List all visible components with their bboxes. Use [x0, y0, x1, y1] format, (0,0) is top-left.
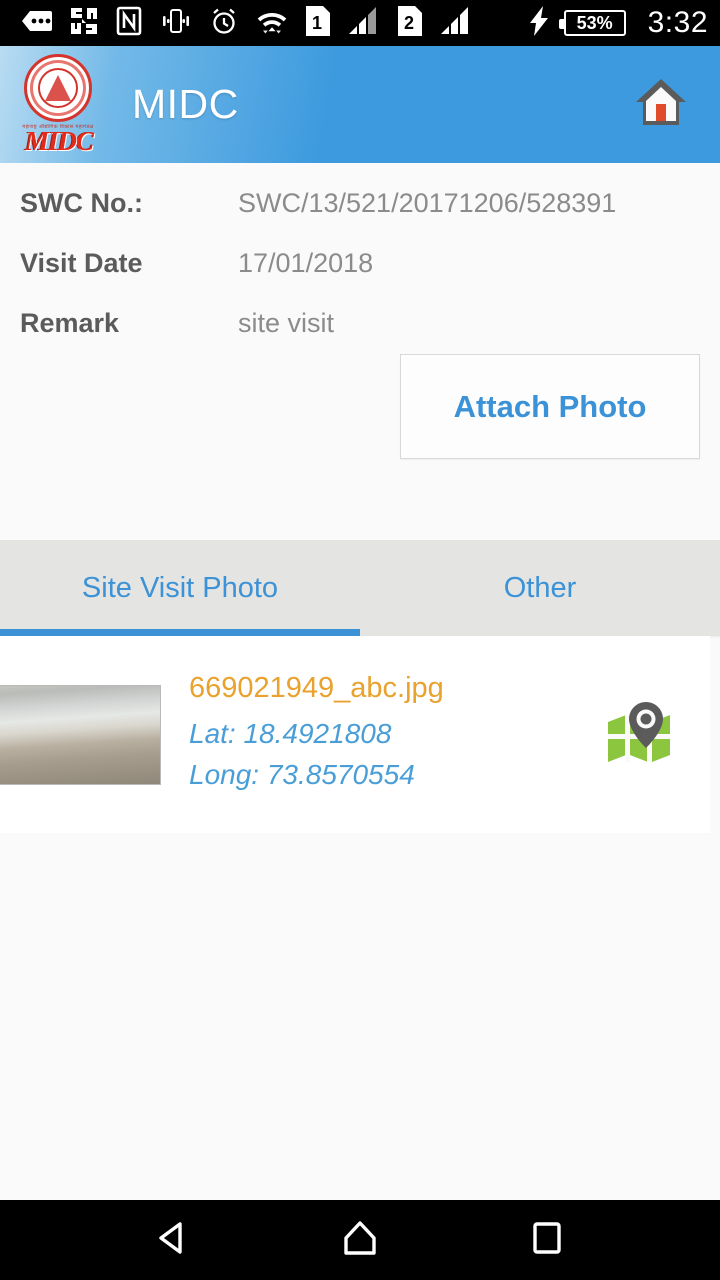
nav-home-button[interactable] — [328, 1208, 392, 1272]
tab-label: Other — [503, 571, 577, 604]
tab-label: Site Visit Photo — [81, 571, 279, 604]
field-label: SWC No.: — [20, 188, 143, 218]
app-header: महाराष्ट्र औद्योगिक विकास महामंडळ MIDC M… — [0, 46, 720, 163]
photo-meta: 669021949_abc.jpg Lat: 18.4921808 Long: … — [189, 673, 604, 795]
map-location-icon — [604, 701, 682, 778]
nav-recents-button[interactable] — [515, 1208, 579, 1272]
charging-bolt-icon — [529, 5, 550, 41]
page-title: MIDC — [132, 81, 239, 127]
status-bar-notifications: 1 2 — [22, 5, 472, 41]
nav-back-button[interactable] — [141, 1208, 205, 1272]
back-triangle-icon — [152, 1217, 194, 1264]
photo-latitude: Lat: 18.4921808 — [189, 718, 392, 750]
attach-photo-row: Attach Photo — [0, 340, 720, 460]
midc-wordmark: MIDC — [24, 126, 94, 156]
photo-list-item[interactable]: 669021949_abc.jpg Lat: 18.4921808 Long: … — [0, 636, 710, 833]
field-row-swc-no: SWC No.: SWC/13/521/20171206/528391 — [20, 187, 700, 221]
sim2-icon: 2 — [398, 5, 422, 41]
svg-text:2: 2 — [404, 13, 414, 33]
tab-site-visit-photo[interactable]: Site Visit Photo — [0, 540, 360, 636]
main-content: SWC No.: SWC/13/521/20171206/528391 Visi… — [0, 163, 720, 1200]
home-icon — [633, 76, 689, 133]
field-label: Remark — [20, 307, 120, 338]
app-pinwheel-icon — [70, 7, 98, 40]
home-pentagon-icon — [339, 1217, 381, 1264]
field-value: 17/01/2018 — [238, 247, 374, 278]
field-value: SWC/13/521/20171206/528391 — [238, 188, 617, 218]
vibrate-icon — [160, 7, 192, 40]
battery-percent-label: 53% — [576, 13, 613, 33]
svg-text:1: 1 — [312, 13, 322, 33]
photo-list: 669021949_abc.jpg Lat: 18.4921808 Long: … — [0, 636, 710, 833]
status-bar-clock: 3:32 — [647, 6, 708, 39]
tab-bar: Site Visit Photo Other — [0, 540, 720, 636]
field-row-visit-date: Visit Date 17/01/2018 — [20, 247, 700, 281]
signal1-icon — [348, 6, 380, 40]
status-bar: 1 2 53% 3:32 — [0, 0, 720, 46]
photo-filename: 669021949_abc.jpg — [189, 672, 444, 705]
view-on-map-button[interactable] — [604, 696, 682, 774]
app-root: 1 2 53% 3:32 महाराष्ट्र औद्योगिक विकास म… — [0, 0, 720, 1280]
battery-icon: 53% — [558, 10, 626, 36]
sim1-icon: 1 — [306, 5, 330, 41]
tab-other[interactable]: Other — [360, 540, 720, 636]
field-row-remark: Remark site visit — [20, 307, 700, 341]
nfc-icon — [116, 6, 142, 41]
photo-longitude: Long: 73.8570554 — [189, 758, 415, 790]
recents-square-icon — [526, 1217, 568, 1264]
midc-logo: महाराष्ट्र औद्योगिक विकास महामंडळ MIDC — [12, 52, 104, 157]
attach-photo-button[interactable]: Attach Photo — [400, 354, 700, 460]
visit-details-form: SWC No.: SWC/13/521/20171206/528391 Visi… — [0, 163, 720, 340]
wifi-icon — [256, 8, 288, 39]
field-value: site visit — [238, 307, 335, 338]
header-home-button[interactable] — [630, 74, 692, 136]
signal2-icon — [440, 6, 472, 40]
alarm-icon — [210, 7, 238, 40]
field-label: Visit Date — [20, 247, 143, 278]
status-bar-system: 53% 3:32 — [529, 5, 708, 41]
midc-seal-icon — [24, 54, 92, 122]
system-nav-bar — [0, 1200, 720, 1280]
more-notifications-icon — [22, 10, 52, 37]
photo-thumbnail[interactable] — [0, 684, 161, 785]
